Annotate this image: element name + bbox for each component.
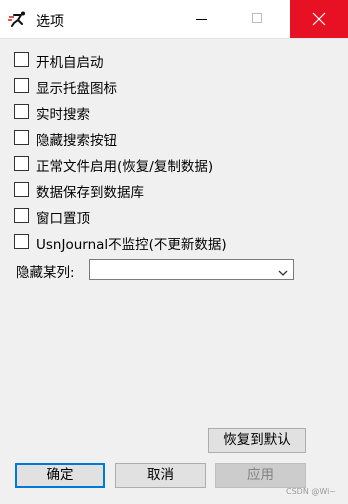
title-bar: 选项: [0, 0, 348, 39]
chevron-down-icon[interactable]: [278, 266, 288, 281]
tray-icon-checkbox[interactable]: [14, 78, 29, 93]
hide-search-button-checkbox[interactable]: [14, 130, 29, 145]
ok-button[interactable]: 确定: [15, 463, 105, 488]
maximize-icon[interactable]: [234, 0, 280, 38]
hide-column-select[interactable]: [89, 259, 294, 280]
always-on-top-label: 窗口置顶: [36, 211, 90, 227]
hide-column-label: 隐藏某列:: [16, 265, 75, 281]
autostart-checkbox[interactable]: [14, 52, 29, 67]
restore-default-button[interactable]: 恢复到默认: [208, 428, 306, 453]
cancel-button[interactable]: 取消: [115, 463, 206, 488]
tray-icon-label: 显示托盘图标: [36, 81, 117, 97]
always-on-top-checkbox[interactable]: [14, 208, 29, 223]
normal-file-checkbox[interactable]: [14, 156, 29, 171]
runner-icon: [8, 11, 28, 27]
autostart-label: 开机自启动: [36, 55, 104, 71]
save-to-db-checkbox[interactable]: [14, 182, 29, 197]
apply-button[interactable]: 应用: [215, 463, 306, 488]
close-icon[interactable]: [290, 0, 348, 38]
usn-journal-checkbox[interactable]: [14, 234, 29, 249]
usn-journal-label: UsnJournal不监控(不更新数据): [36, 237, 227, 253]
realtime-search-checkbox[interactable]: [14, 104, 29, 119]
minimize-icon[interactable]: [178, 0, 224, 38]
window-title: 选项: [36, 14, 64, 30]
normal-file-label: 正常文件启用(恢复/复制数据): [36, 159, 214, 175]
save-to-db-label: 数据保存到数据库: [36, 185, 144, 201]
hide-search-button-label: 隐藏搜索按钮: [36, 133, 117, 149]
watermark: CSDN @Wi~: [286, 487, 337, 496]
realtime-search-label: 实时搜索: [36, 107, 90, 123]
